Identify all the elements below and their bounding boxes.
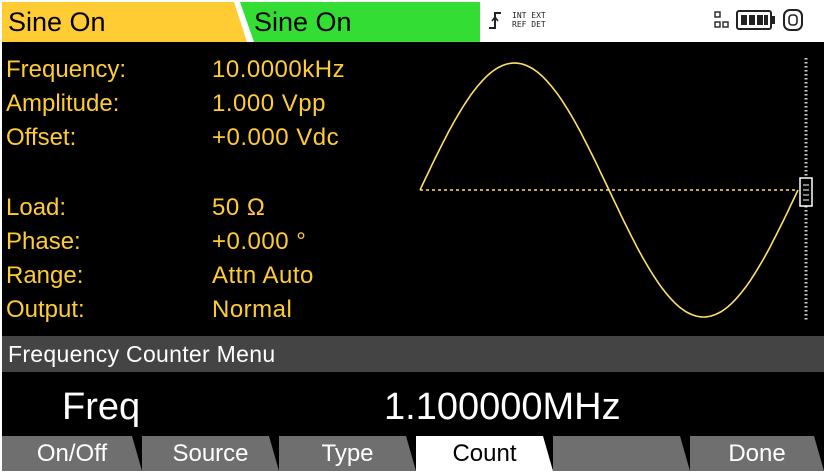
menu-title: Frequency Counter Menu (8, 340, 276, 367)
param-label: Amplitude: (6, 90, 120, 117)
param-value: 50 Ω (212, 194, 266, 221)
softkey-done[interactable]: Done (690, 436, 824, 471)
channel-2-status: Sine On (254, 6, 352, 37)
param-value: 1.000 Vpp (212, 90, 326, 117)
system-icons (714, 8, 804, 32)
softkey-label: Done (728, 439, 786, 467)
edit-value[interactable]: 1.100000MHz (384, 386, 621, 429)
softkey-label: Source (172, 439, 249, 467)
channel-1-status: Sine On (8, 6, 106, 37)
trigger-indicator: INT EXT REF DET (488, 10, 546, 30)
menu-title-bar: Frequency Counter Menu (2, 336, 824, 372)
grid-icon (714, 11, 729, 28)
waveform-graph (419, 58, 813, 322)
param-label: Range: (6, 262, 84, 289)
trigger-source-text: INT EXT REF DET (512, 11, 546, 29)
param-label: Load: (6, 194, 67, 221)
channel-2-tab[interactable]: Sine On (240, 2, 480, 42)
trigger-edge-icon (489, 12, 501, 29)
param-amplitude[interactable]: Amplitude: 1.000 Vpp (6, 90, 406, 120)
param-value: +0.000 Vdc (212, 124, 340, 151)
edit-label: Freq (62, 386, 141, 428)
edit-line: Freq 1.100000MHz (2, 372, 824, 434)
param-label: Frequency: (6, 56, 127, 83)
battery-icon (736, 10, 775, 30)
softkey-bar: On/Off Source Type Count Done (2, 436, 824, 471)
param-offset[interactable]: Offset: +0.000 Vdc (6, 124, 406, 154)
softkey-source[interactable]: Source (142, 436, 279, 471)
softkey-label: Count (452, 439, 517, 467)
param-output[interactable]: Output: Normal (6, 296, 406, 326)
param-load[interactable]: Load: 50 Ω (6, 194, 406, 224)
parameter-panel: Frequency: 10.0000kHz Amplitude: 1.000 V… (2, 52, 410, 330)
softkey-count[interactable]: Count (416, 436, 553, 471)
param-value: 10.0000kHz (212, 56, 346, 83)
scroll-thumb[interactable] (799, 177, 813, 207)
softkey-blank[interactable] (553, 436, 690, 471)
param-phase[interactable]: Phase: +0.000 ° (6, 228, 406, 258)
softkey-on-off[interactable]: On/Off (2, 436, 142, 471)
param-label: Offset: (6, 124, 77, 151)
channel-1-tab[interactable]: Sine On (2, 2, 247, 42)
param-range[interactable]: Range: Attn Auto (6, 262, 406, 292)
param-label: Phase: (6, 228, 81, 255)
lock-icon (783, 9, 803, 31)
softkey-label: Type (321, 439, 374, 467)
waveform-display (414, 52, 824, 330)
param-value: +0.000 ° (212, 228, 307, 255)
status-bar: Sine On Sine On INT EXT REF DET (2, 2, 824, 42)
param-label: Output: (6, 296, 85, 323)
param-value: Attn Auto (212, 262, 314, 289)
param-frequency[interactable]: Frequency: 10.0000kHz (6, 56, 406, 86)
param-value: Normal (212, 296, 293, 323)
softkey-type[interactable]: Type (279, 436, 416, 471)
softkey-label: On/Off (36, 439, 108, 467)
generator-screen: Sine On Sine On INT EXT REF DET Frequenc… (2, 2, 824, 471)
